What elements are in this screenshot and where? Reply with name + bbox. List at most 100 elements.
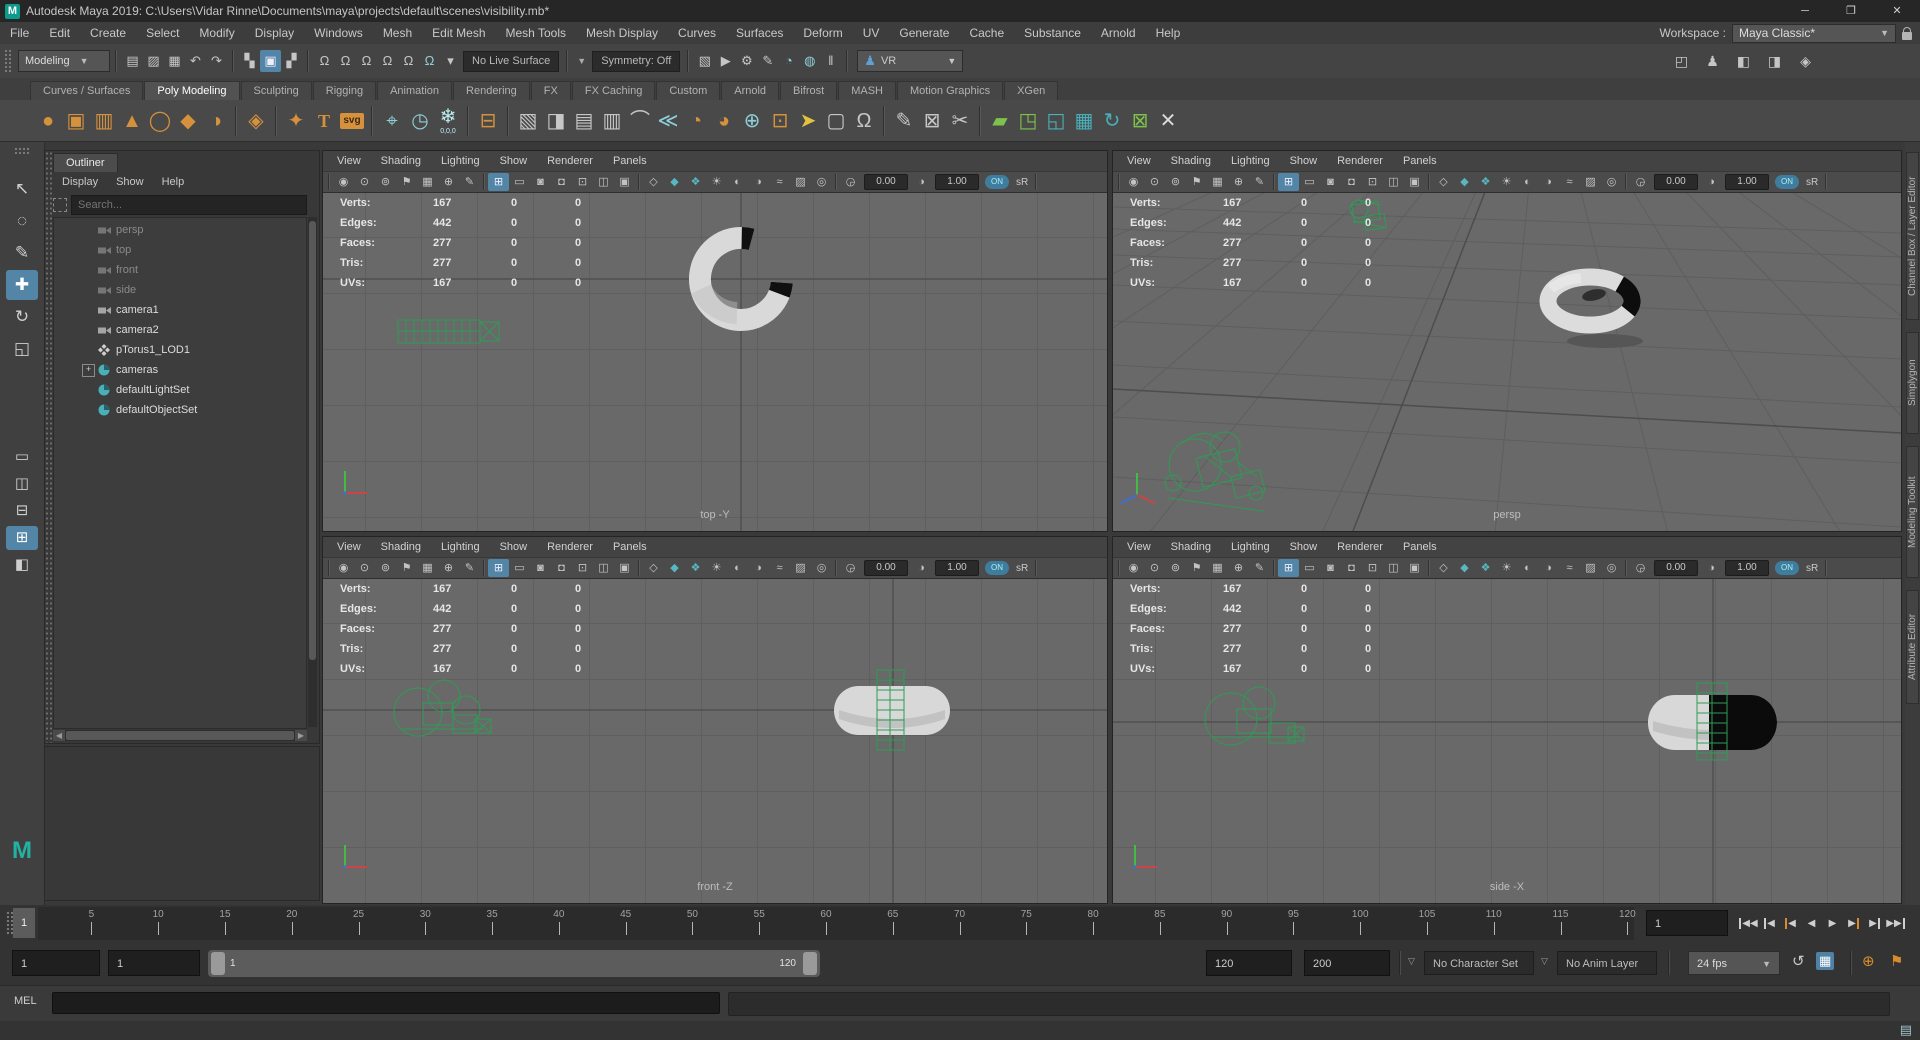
gamma-icon[interactable]: ◑ — [1701, 559, 1722, 577]
snap-to-grid-icon[interactable]: Ω — [314, 50, 335, 72]
viewport-menu-view[interactable]: View — [1117, 541, 1161, 553]
grid-icon[interactable]: ⊞ — [488, 559, 509, 577]
viewport-menu-lighting[interactable]: Lighting — [1221, 541, 1280, 553]
viewport-menu-view[interactable]: View — [327, 541, 371, 553]
animation-preferences-icon[interactable]: ▦ — [1816, 952, 1834, 970]
motion-blur-icon[interactable]: ≈ — [1559, 173, 1580, 191]
menu-surfaces[interactable]: Surfaces — [726, 26, 793, 40]
dock-tab-simplygon[interactable]: Simplygon — [1906, 332, 1919, 434]
modeling-toolkit-toggle-icon[interactable]: ◰ — [1671, 50, 1692, 72]
image-plane-icon[interactable]: ▦ — [417, 173, 438, 191]
scroll-right-icon[interactable]: ▶ — [295, 730, 307, 741]
menu-mesh-display[interactable]: Mesh Display — [576, 26, 668, 40]
pause-icon[interactable]: ‖ — [820, 50, 841, 72]
grid-icon[interactable]: ⊞ — [488, 173, 509, 191]
outliner-tab[interactable]: Outliner — [53, 153, 118, 172]
resolution-gate-icon[interactable]: ◙ — [530, 173, 551, 191]
motion-blur-icon[interactable]: ≈ — [1559, 559, 1580, 577]
time-tool-icon[interactable]: ◷ — [406, 103, 434, 139]
viewport-menu-show[interactable]: Show — [1280, 155, 1328, 167]
field-chart-icon[interactable]: ⊡ — [572, 173, 593, 191]
ipr-render-icon[interactable]: ▶ — [715, 50, 736, 72]
safe-action-icon[interactable]: ◫ — [1383, 559, 1404, 577]
uv-set-icon[interactable]: ◨ — [542, 103, 570, 139]
safe-title-icon[interactable]: ▣ — [1404, 173, 1425, 191]
menu-curves[interactable]: Curves — [668, 26, 726, 40]
two-pane-layout-button[interactable]: ◫ — [6, 472, 38, 496]
outliner-item-defaultobjectset[interactable]: defaultObjectSet — [54, 400, 306, 420]
light-editor-icon[interactable]: ◔ — [778, 50, 799, 72]
outliner-item-persp[interactable]: persp — [54, 220, 306, 240]
outliner-menu-show[interactable]: Show — [107, 173, 153, 191]
shadows-icon[interactable]: ◐ — [1517, 559, 1538, 577]
outliner-item-cameras[interactable]: +cameras — [54, 360, 306, 380]
isolate-select-icon[interactable]: ◎ — [1601, 559, 1622, 577]
snap-origin-icon[interactable]: ❄0,0,0 — [434, 103, 462, 139]
motion-blur-icon[interactable]: ≈ — [769, 559, 790, 577]
save-scene-icon[interactable]: ▦ — [164, 50, 185, 72]
outliner-item-front[interactable]: front — [54, 260, 306, 280]
play-backwards-button[interactable]: ◀ — [1801, 910, 1822, 936]
lights-icon[interactable]: ☀ — [706, 173, 727, 191]
outliner-filter-icon[interactable] — [53, 198, 67, 212]
safe-action-icon[interactable]: ◫ — [593, 173, 614, 191]
menu-cache[interactable]: Cache — [959, 26, 1014, 40]
select-camera-icon[interactable]: ◉ — [1123, 173, 1144, 191]
viewport-menu-show[interactable]: Show — [1280, 541, 1328, 553]
multisample-icon[interactable]: ▨ — [790, 173, 811, 191]
hypershade-icon[interactable]: ◍ — [799, 50, 820, 72]
symmetry-field[interactable]: Symmetry: Off — [592, 51, 680, 72]
textured-icon[interactable]: ❖ — [685, 559, 706, 577]
select-hierarchy-icon[interactable]: ▚ — [239, 50, 260, 72]
menu-mesh-tools[interactable]: Mesh Tools — [496, 26, 576, 40]
menu-help[interactable]: Help — [1146, 26, 1191, 40]
resolution-gate-icon[interactable]: ◙ — [1320, 173, 1341, 191]
minimize-button[interactable]: ─ — [1782, 0, 1828, 22]
outliner-item-side[interactable]: side — [54, 280, 306, 300]
construction-plane-icon[interactable]: ⌖ — [378, 103, 406, 139]
snap-options-arrow-icon[interactable]: ▾ — [440, 50, 461, 72]
dock-tab-modeling-toolkit[interactable]: Modeling Toolkit — [1906, 446, 1919, 578]
maximize-button[interactable]: ❐ — [1828, 0, 1874, 22]
character-set-menu-icon[interactable]: ▽ — [1408, 956, 1415, 967]
outliner-menu-help[interactable]: Help — [153, 173, 194, 191]
scroll-left-icon[interactable]: ◀ — [53, 730, 65, 741]
view-transform-label[interactable]: sR — [1806, 177, 1818, 188]
viewport-menu-shading[interactable]: Shading — [371, 155, 431, 167]
rotate-tool[interactable]: ↻ — [6, 302, 38, 332]
new-scene-icon[interactable]: ▤ — [122, 50, 143, 72]
select-component-icon[interactable]: ▞ — [281, 50, 302, 72]
lights-icon[interactable]: ☀ — [1496, 173, 1517, 191]
step-back-key-button[interactable]: ◀ — [1780, 910, 1801, 936]
isolate-select-icon[interactable]: ◎ — [811, 173, 832, 191]
viewport-menu-show[interactable]: Show — [490, 155, 538, 167]
screen-space-ao-icon[interactable]: ◑ — [1538, 173, 1559, 191]
four-pane-layout-button[interactable]: ⊞ — [6, 526, 38, 550]
type-text-icon[interactable]: T — [310, 103, 338, 139]
exposure-field[interactable]: 0.00 — [1654, 560, 1698, 576]
view-transform-label[interactable]: sR — [1016, 177, 1028, 188]
gate-mask-icon[interactable]: ◘ — [1341, 173, 1362, 191]
character-set-field[interactable]: No Character Set — [1424, 951, 1534, 975]
menu-set-dropdown[interactable]: Modeling▼ — [18, 50, 110, 72]
poly-cube-icon[interactable]: ▣ — [62, 103, 90, 139]
scale-tool[interactable]: ◱ — [6, 334, 38, 364]
script-editor-icon[interactable]: ▤ — [1900, 1022, 1912, 1038]
step-back-frame-button[interactable]: ◀ — [1759, 910, 1780, 936]
outliner-item-camera2[interactable]: camera2 — [54, 320, 306, 340]
viewport-menu-view[interactable]: View — [1117, 155, 1161, 167]
gate-mask-icon[interactable]: ◘ — [551, 559, 572, 577]
quad-draw-icon[interactable]: ✎ — [890, 103, 918, 139]
yellow-arrow-icon[interactable]: ➤ — [794, 103, 822, 139]
safe-action-icon[interactable]: ◫ — [593, 559, 614, 577]
screen-space-ao-icon[interactable]: ◑ — [748, 173, 769, 191]
outliner-item-ptorus1-lod1[interactable]: pTorus1_LOD1 — [54, 340, 306, 360]
menu-arnold[interactable]: Arnold — [1091, 26, 1146, 40]
time-slider-grip[interactable] — [5, 910, 13, 936]
uv-corner-icon[interactable]: ◳ — [1014, 103, 1042, 139]
range-slider[interactable]: 1 120 — [208, 950, 820, 977]
viewport-menu-renderer[interactable]: Renderer — [537, 155, 603, 167]
camera-attributes-icon[interactable]: ⊚ — [1165, 559, 1186, 577]
menu-file[interactable]: File — [0, 26, 39, 40]
viewport-menu-show[interactable]: Show — [490, 541, 538, 553]
